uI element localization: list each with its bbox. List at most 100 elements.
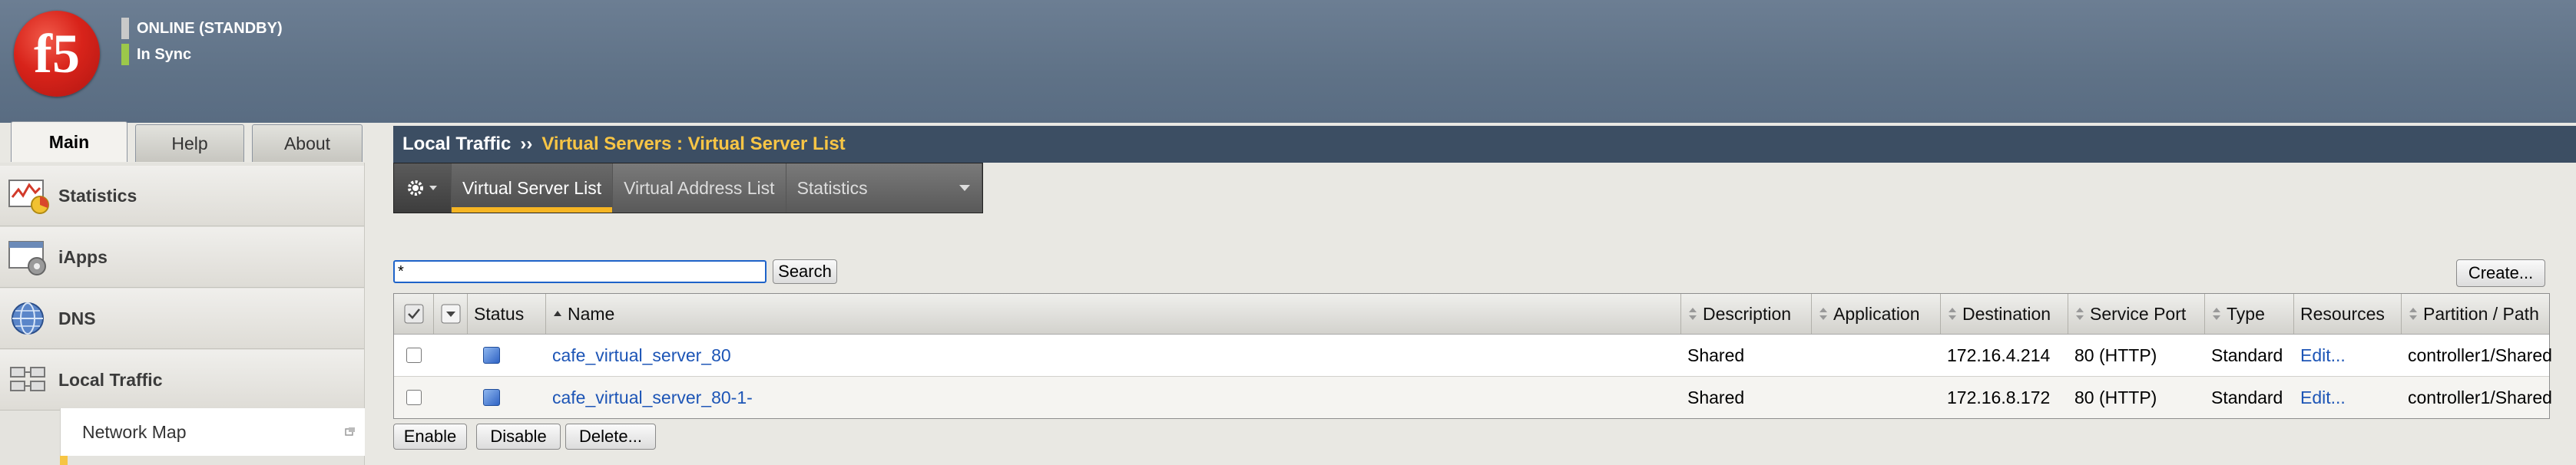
virtual-server-link[interactable]: cafe_virtual_server_80-1- <box>552 388 753 408</box>
top-header: f5 ONLINE (STANDBY) In Sync <box>0 0 2576 123</box>
search-input[interactable] <box>393 260 767 283</box>
column-label: Service Port <box>2090 303 2187 324</box>
column-label: Partition / Path <box>2423 303 2539 324</box>
virtual-server-link[interactable]: cafe_virtual_server_80 <box>552 345 731 366</box>
breadcrumb-separator: ›› <box>520 134 533 154</box>
tab-label: Virtual Address List <box>624 177 775 198</box>
status-online-text: ONLINE (STANDBY) <box>137 19 283 37</box>
disable-button[interactable]: Disable <box>476 424 561 450</box>
column-label: Type <box>2227 303 2265 324</box>
row-service-port: 80 (HTTP) <box>2074 387 2157 407</box>
row-partition: controller1/Shared <box>2408 345 2552 365</box>
row-checkbox[interactable] <box>406 390 422 405</box>
chevron-down-icon <box>959 185 970 191</box>
sort-icon <box>1689 308 1697 320</box>
column-description[interactable]: Description <box>1681 294 1812 334</box>
column-label: Name <box>568 303 615 324</box>
row-destination: 172.16.4.214 <box>1947 345 2051 365</box>
status-available-icon <box>483 347 500 364</box>
enable-button[interactable]: Enable <box>393 424 467 450</box>
breadcrumb: Local Traffic ›› Virtual Servers : Virtu… <box>393 126 2576 163</box>
statistics-icon <box>8 180 49 214</box>
select-all-checkbox-cell <box>394 294 434 334</box>
sidebar-item-label: iApps <box>58 246 108 267</box>
column-status[interactable]: Status <box>468 294 546 334</box>
tab-virtual-address-list[interactable]: Virtual Address List <box>613 163 786 213</box>
sort-icon <box>1819 308 1827 320</box>
status-available-icon <box>483 389 500 406</box>
column-name[interactable]: Name <box>546 294 1681 334</box>
sidebar-item-label: DNS <box>58 308 96 328</box>
status-online-indicator <box>121 18 129 39</box>
breadcrumb-page: Virtual Servers : Virtual Server List <box>541 134 846 154</box>
active-section-marker <box>60 456 68 465</box>
tab-label: Statistics <box>796 177 868 198</box>
gear-menu-button[interactable] <box>394 163 452 213</box>
row-destination: 172.16.8.172 <box>1947 387 2051 407</box>
dns-globe-icon <box>12 302 44 335</box>
status-sync-indicator <box>121 44 129 65</box>
table-header: Status Name Description Application Dest… <box>394 294 2549 335</box>
select-menu-cell <box>434 294 468 334</box>
sort-icon <box>2076 308 2084 320</box>
sidebar-item-statistics[interactable]: Statistics <box>0 166 364 226</box>
row-type: Standard <box>2211 387 2283 407</box>
sync-status: In Sync <box>121 43 191 66</box>
column-type[interactable]: Type <box>2205 294 2294 334</box>
column-partition-path[interactable]: Partition / Path <box>2402 294 2549 334</box>
tab-main[interactable]: Main <box>11 121 127 162</box>
row-description: Shared <box>1687 345 1745 365</box>
sort-ascending-icon <box>554 311 561 316</box>
row-description: Shared <box>1687 387 1745 407</box>
table-row: cafe_virtual_server_80-1- Shared 172.16.… <box>394 377 2552 418</box>
select-all-checkbox[interactable] <box>404 304 424 324</box>
row-resources-edit-link[interactable]: Edit... <box>2300 345 2346 366</box>
row-checkbox[interactable] <box>406 348 422 363</box>
search-button[interactable]: Search <box>773 259 837 284</box>
row-type: Standard <box>2211 345 2283 365</box>
content-toolbar: Virtual Server List Virtual Address List… <box>393 163 983 213</box>
create-button[interactable]: Create... <box>2456 259 2545 287</box>
sidebar-item-label: Statistics <box>58 185 137 206</box>
breadcrumb-section: Local Traffic <box>402 134 512 154</box>
tab-statistics-dropdown[interactable]: Statistics <box>786 163 982 213</box>
column-destination[interactable]: Destination <box>1941 294 2068 334</box>
sidebar-subitem-network-map[interactable]: Network Map <box>60 408 365 456</box>
tab-virtual-server-list[interactable]: Virtual Server List <box>452 163 614 213</box>
tab-label: Virtual Server List <box>462 177 602 198</box>
tab-help-label: Help <box>171 133 208 153</box>
column-label: Application <box>1833 303 1920 324</box>
f5-logo: f5 <box>14 11 100 97</box>
logo-text: f5 <box>34 23 80 84</box>
local-traffic-icon <box>10 367 45 391</box>
column-label: Destination <box>1962 303 2051 324</box>
tab-main-label: Main <box>48 131 90 152</box>
status-sync-text: In Sync <box>137 45 192 63</box>
column-service-port[interactable]: Service Port <box>2068 294 2205 334</box>
popout-icon[interactable] <box>345 427 356 436</box>
sidebar-item-iapps[interactable]: iApps <box>0 227 364 288</box>
column-application[interactable]: Application <box>1812 294 1941 334</box>
column-label: Resources <box>2300 303 2385 324</box>
sort-icon <box>1949 308 1956 320</box>
sort-icon <box>2409 308 2417 320</box>
row-partition: controller1/Shared <box>2408 387 2552 407</box>
row-service-port: 80 (HTTP) <box>2074 345 2157 365</box>
delete-button[interactable]: Delete... <box>565 424 656 450</box>
iapps-icon <box>8 241 46 275</box>
select-dropdown-icon[interactable] <box>441 304 461 324</box>
sidebar-subitem-label: Network Map <box>82 421 187 442</box>
sidebar-item-dns[interactable]: DNS <box>0 289 364 349</box>
sidebar-item-label: Local Traffic <box>58 369 163 390</box>
column-label: Description <box>1703 303 1792 324</box>
sort-icon <box>2213 308 2220 320</box>
main-tabs: Main Help About <box>11 121 370 162</box>
column-label: Status <box>474 303 525 324</box>
column-resources: Resources <box>2294 294 2402 334</box>
tab-help[interactable]: Help <box>135 124 244 162</box>
tab-about[interactable]: About <box>252 124 363 162</box>
gear-icon <box>408 180 437 196</box>
row-resources-edit-link[interactable]: Edit... <box>2300 388 2346 408</box>
sidebar-item-local-traffic[interactable]: Local Traffic <box>0 350 364 411</box>
virtual-server-table: Status Name Description Application Dest… <box>393 293 2552 419</box>
